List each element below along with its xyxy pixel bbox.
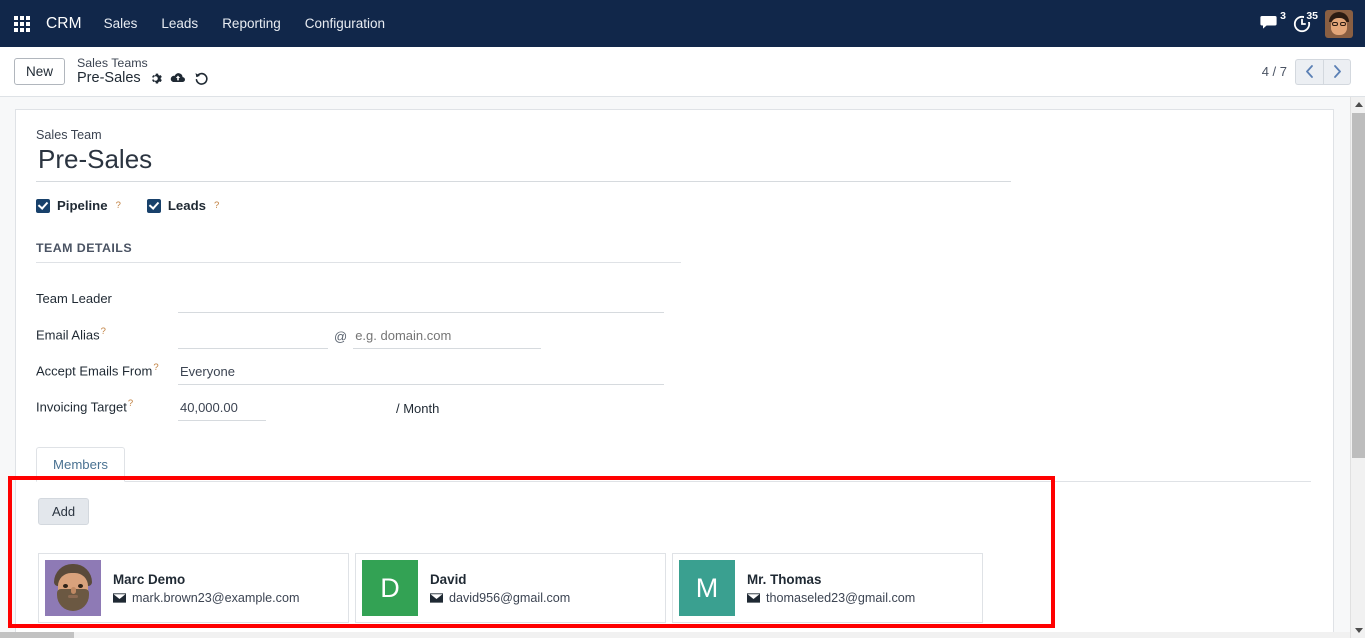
apps-grid-icon: [14, 15, 30, 32]
pipeline-label: Pipeline: [57, 198, 108, 213]
team-leader-label: Team Leader: [36, 291, 112, 306]
accept-emails-from-label-text: Accept Emails From: [36, 363, 153, 378]
pager-label: 4 / 7: [1261, 64, 1287, 79]
sales-team-label: Sales Team: [36, 128, 102, 142]
invoicing-target-help-icon[interactable]: ?: [128, 398, 133, 409]
horizontal-scrollbar-thumb[interactable]: [0, 632, 74, 638]
at-sign-icon: @: [334, 329, 348, 344]
envelope-icon: [747, 592, 760, 603]
breadcrumb: Sales Teams Pre-Sales: [77, 56, 209, 88]
control-panel: New Sales Teams Pre-Sales 4 / 7: [0, 47, 1365, 97]
form-sheet: Sales Team Pipeline ? Leads ? TEAM DETAI…: [15, 109, 1334, 638]
feature-checkbox-row: Pipeline ? Leads ?: [36, 198, 1309, 213]
sales-team-name-input[interactable]: [36, 144, 1011, 182]
new-button[interactable]: New: [14, 58, 66, 85]
member-name: Mr. Thomas: [747, 571, 822, 587]
member-email: thomaseled23@gmail.com: [766, 590, 916, 605]
member-email: mark.brown23@example.com: [132, 590, 300, 605]
member-card[interactable]: Marc Demo mark.brown23@example.com: [38, 553, 349, 623]
team-details-section-title: TEAM DETAILS: [36, 241, 681, 263]
envelope-icon: [113, 592, 126, 603]
member-email: david956@gmail.com: [449, 590, 571, 605]
pager-next-button[interactable]: [1323, 58, 1351, 85]
breadcrumb-current-record: Pre-Sales: [77, 70, 141, 87]
field-row-team-leader: Team Leader: [36, 277, 681, 313]
pager-previous-button[interactable]: [1295, 58, 1323, 85]
chevron-right-icon: [1333, 65, 1341, 78]
gear-icon[interactable]: [149, 72, 162, 85]
invoicing-target-input[interactable]: [178, 400, 266, 421]
field-row-invoicing-target: Invoicing Target? / Month: [36, 385, 681, 421]
undo-icon: [195, 72, 208, 85]
app-brand-crm[interactable]: CRM: [44, 15, 92, 33]
navbar-systray: 3 35: [1260, 9, 1365, 38]
discard-button[interactable]: [194, 72, 209, 86]
leads-help-icon[interactable]: ?: [214, 200, 219, 211]
email-alias-domain-input[interactable]: [353, 328, 542, 349]
accept-emails-help-icon[interactable]: ?: [153, 362, 158, 373]
horizontal-scrollbar[interactable]: [0, 632, 1350, 638]
member-card-list: Marc Demo mark.brown23@example.com D Dav…: [38, 553, 1309, 623]
accept-emails-from-input[interactable]: [178, 364, 664, 385]
messages-button[interactable]: 3: [1260, 10, 1288, 32]
nav-item-reporting[interactable]: Reporting: [210, 0, 293, 47]
top-navbar: CRM Sales Leads Reporting Configuration …: [0, 0, 1365, 47]
member-avatar-photo: [45, 560, 101, 616]
save-button[interactable]: [170, 72, 186, 85]
invoicing-target-label-text: Invoicing Target: [36, 399, 127, 414]
form-view-container: Sales Team Pipeline ? Leads ? TEAM DETAI…: [0, 97, 1350, 638]
notebook-tabs: Members: [36, 447, 1311, 482]
member-avatar-initial: M: [679, 560, 735, 616]
user-avatar[interactable]: [1325, 9, 1353, 38]
checkbox-leads[interactable]: Leads ?: [146, 198, 219, 213]
members-tab-pane: Add Marc Demo mark.brown23@example.com D…: [36, 482, 1309, 623]
invoicing-target-label: Invoicing Target?: [36, 398, 178, 421]
messages-icon: [1260, 16, 1277, 29]
member-avatar-letter: D: [380, 572, 400, 603]
member-name: Marc Demo: [113, 571, 186, 587]
pipeline-checkbox[interactable]: [36, 198, 50, 213]
cloud-upload-icon: [170, 73, 185, 83]
member-card[interactable]: D David david956@gmail.com: [355, 553, 666, 623]
envelope-icon: [430, 592, 443, 603]
nav-item-configuration[interactable]: Configuration: [293, 0, 397, 47]
email-alias-label: Email Alias?: [36, 326, 178, 349]
breadcrumb-parent-sales-teams[interactable]: Sales Teams: [77, 56, 209, 71]
member-email-row: mark.brown23@example.com: [113, 591, 299, 605]
team-details-fields: Team Leader Email Alias? @ Accept Emails…: [36, 277, 681, 421]
member-avatar-letter: M: [695, 572, 719, 603]
apps-menu-button[interactable]: [0, 0, 44, 47]
pipeline-help-icon[interactable]: ?: [116, 200, 121, 211]
member-email-row: david956@gmail.com: [430, 591, 570, 605]
invoicing-target-unit: / Month: [396, 401, 440, 416]
vertical-scrollbar-thumb[interactable]: [1352, 113, 1365, 458]
member-card[interactable]: M Mr. Thomas thomaseled23@gmail.com: [672, 553, 983, 623]
scroll-up-button[interactable]: [1351, 97, 1365, 112]
accept-emails-from-label: Accept Emails From?: [36, 362, 178, 385]
email-alias-help-icon[interactable]: ?: [101, 326, 106, 337]
tab-members[interactable]: Members: [36, 447, 125, 482]
member-name: David: [430, 571, 467, 587]
email-alias-label-text: Email Alias: [36, 327, 100, 342]
checkbox-pipeline[interactable]: Pipeline ?: [36, 198, 121, 213]
member-avatar-initial: D: [362, 560, 418, 616]
leads-label: Leads: [167, 198, 206, 213]
field-row-email-alias: Email Alias? @: [36, 313, 681, 349]
email-alias-input[interactable]: [178, 328, 328, 349]
record-pager: 4 / 7: [1261, 58, 1351, 85]
messages-badge: 3: [1278, 10, 1288, 23]
member-email-row: thomaseled23@gmail.com: [747, 591, 915, 605]
chevron-left-icon: [1306, 65, 1313, 78]
team-leader-input[interactable]: [178, 292, 664, 313]
scroll-down-button[interactable]: [1351, 623, 1365, 638]
notebook: Members Add Marc Demo mark.brown23@examp…: [36, 447, 1311, 623]
activities-badge: 35: [1304, 9, 1320, 22]
activities-button[interactable]: 35: [1293, 9, 1320, 33]
field-row-accept-emails-from: Accept Emails From?: [36, 349, 681, 385]
nav-item-leads[interactable]: Leads: [149, 0, 210, 47]
add-member-button[interactable]: Add: [38, 498, 90, 525]
nav-item-sales[interactable]: Sales: [92, 0, 150, 47]
vertical-scrollbar[interactable]: [1350, 97, 1365, 638]
leads-checkbox[interactable]: [146, 198, 161, 213]
